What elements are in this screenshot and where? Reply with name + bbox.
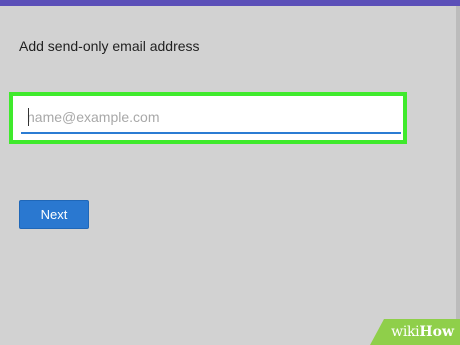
next-button[interactable]: Next [19, 200, 89, 229]
dialog-title: Add send-only email address [19, 38, 200, 54]
text-caret [28, 108, 29, 126]
email-address-input[interactable] [21, 102, 401, 134]
window-right-edge [456, 6, 460, 345]
wikihow-watermark: wiki How [370, 319, 460, 345]
dialog-page: Add send-only email address Next wikiHow [0, 0, 460, 345]
window-top-bar [0, 0, 460, 6]
input-highlight-frame [9, 92, 407, 144]
watermark-how-text: How [419, 324, 454, 340]
watermark-wiki-text: wiki [391, 324, 420, 340]
